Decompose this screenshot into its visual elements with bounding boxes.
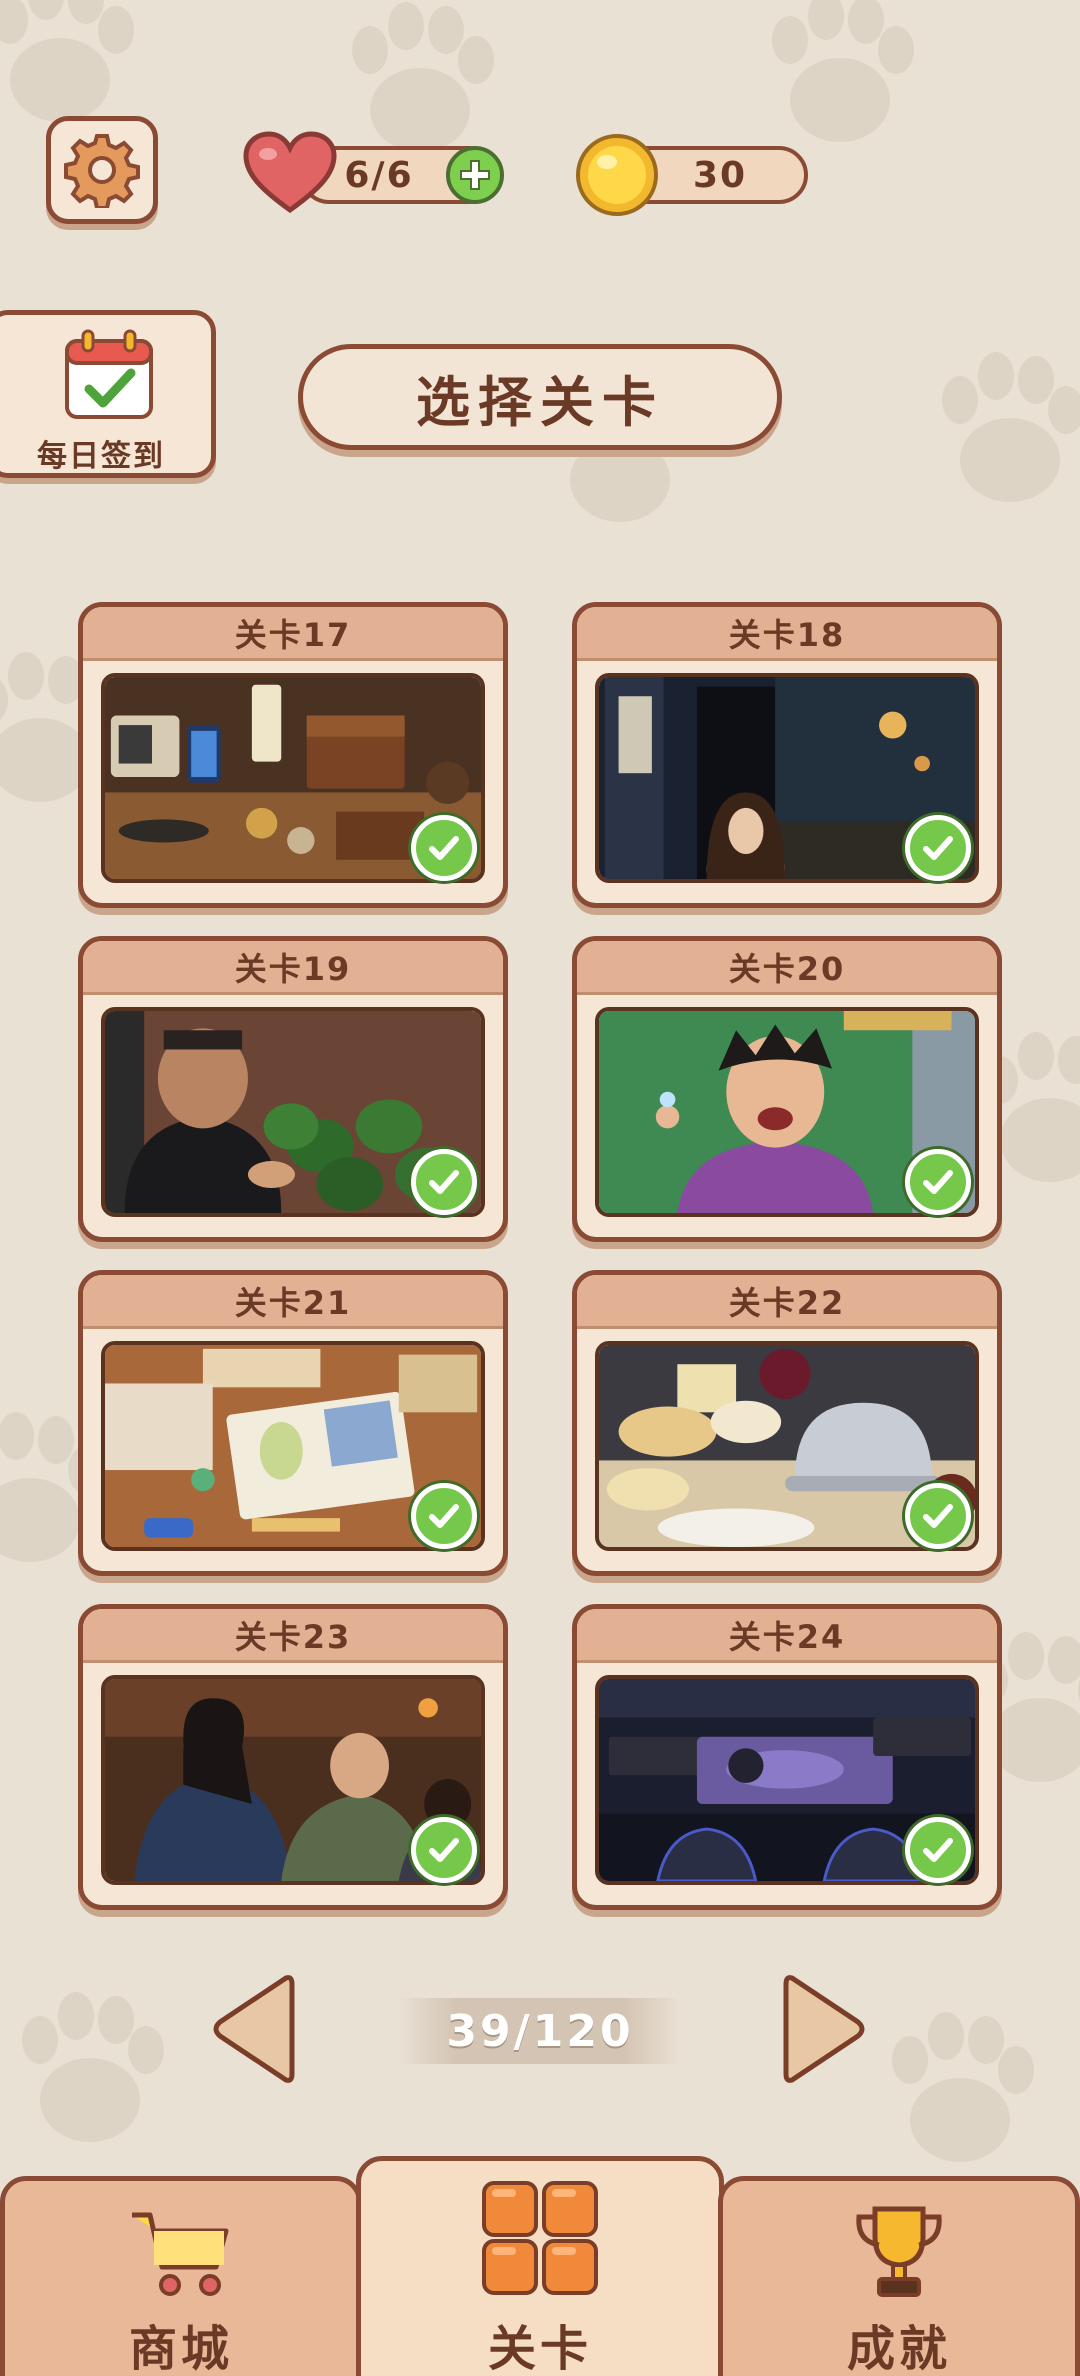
completed-check-icon (411, 1149, 477, 1215)
level-card-21[interactable]: 关卡21 (78, 1270, 508, 1576)
prev-page-arrow-icon[interactable] (208, 1970, 296, 2088)
level-card-title: 关卡17 (83, 607, 503, 661)
level-card-17[interactable]: 关卡17 (78, 602, 508, 908)
nav-label-levels: 关卡 (487, 2321, 592, 2376)
level-card-22[interactable]: 关卡22 (572, 1270, 1002, 1576)
completed-check-icon (905, 1149, 971, 1215)
level-card-title: 关卡21 (83, 1275, 503, 1329)
nav-tab-levels[interactable]: 关卡 (356, 2156, 724, 2376)
lives-value: 6/6 (344, 154, 414, 196)
page-title: 选择关卡 (298, 344, 782, 450)
level-card-title: 关卡20 (577, 941, 997, 995)
coin-icon (576, 134, 658, 216)
heart-icon (243, 131, 337, 214)
settings-button[interactable] (46, 116, 158, 224)
trophy-icon (856, 2206, 942, 2297)
nav-label-shop: 商城 (128, 2321, 233, 2376)
plus-icon (460, 160, 490, 190)
level-card-23[interactable]: 关卡23 (78, 1604, 508, 1910)
completed-check-icon (905, 1483, 971, 1549)
coins-value: 30 (692, 154, 748, 196)
completed-check-icon (411, 1817, 477, 1883)
level-card-19[interactable]: 关卡19 (78, 936, 508, 1242)
calendar-check-icon (65, 329, 153, 419)
level-card-title: 关卡22 (577, 1275, 997, 1329)
daily-checkin-label: 每日签到 (37, 439, 165, 474)
gear-icon (64, 134, 140, 208)
page-counter: 39/120 (400, 1998, 680, 2064)
level-card-title: 关卡19 (83, 941, 503, 995)
completed-check-icon (411, 1483, 477, 1549)
completed-check-icon (905, 1817, 971, 1883)
shopping-cart-icon (132, 2212, 229, 2296)
level-card-title: 关卡24 (577, 1609, 997, 1663)
level-card-18[interactable]: 关卡18 (572, 602, 1002, 908)
completed-check-icon (905, 815, 971, 881)
level-card-20[interactable]: 关卡20 (572, 936, 1002, 1242)
nav-label-achievements: 成就 (846, 2321, 951, 2376)
daily-checkin-button[interactable]: 每日签到 (0, 310, 216, 478)
add-lives-button[interactable] (446, 146, 504, 204)
level-card-title: 关卡23 (83, 1609, 503, 1663)
next-page-arrow-icon[interactable] (782, 1970, 870, 2088)
completed-check-icon (411, 815, 477, 881)
level-grid-icon (482, 2181, 598, 2295)
level-card-title: 关卡18 (577, 607, 997, 661)
level-card-24[interactable]: 关卡24 (572, 1604, 1002, 1910)
nav-tab-shop[interactable]: 商城 (0, 2176, 362, 2376)
nav-tab-achievements[interactable]: 成就 (718, 2176, 1080, 2376)
